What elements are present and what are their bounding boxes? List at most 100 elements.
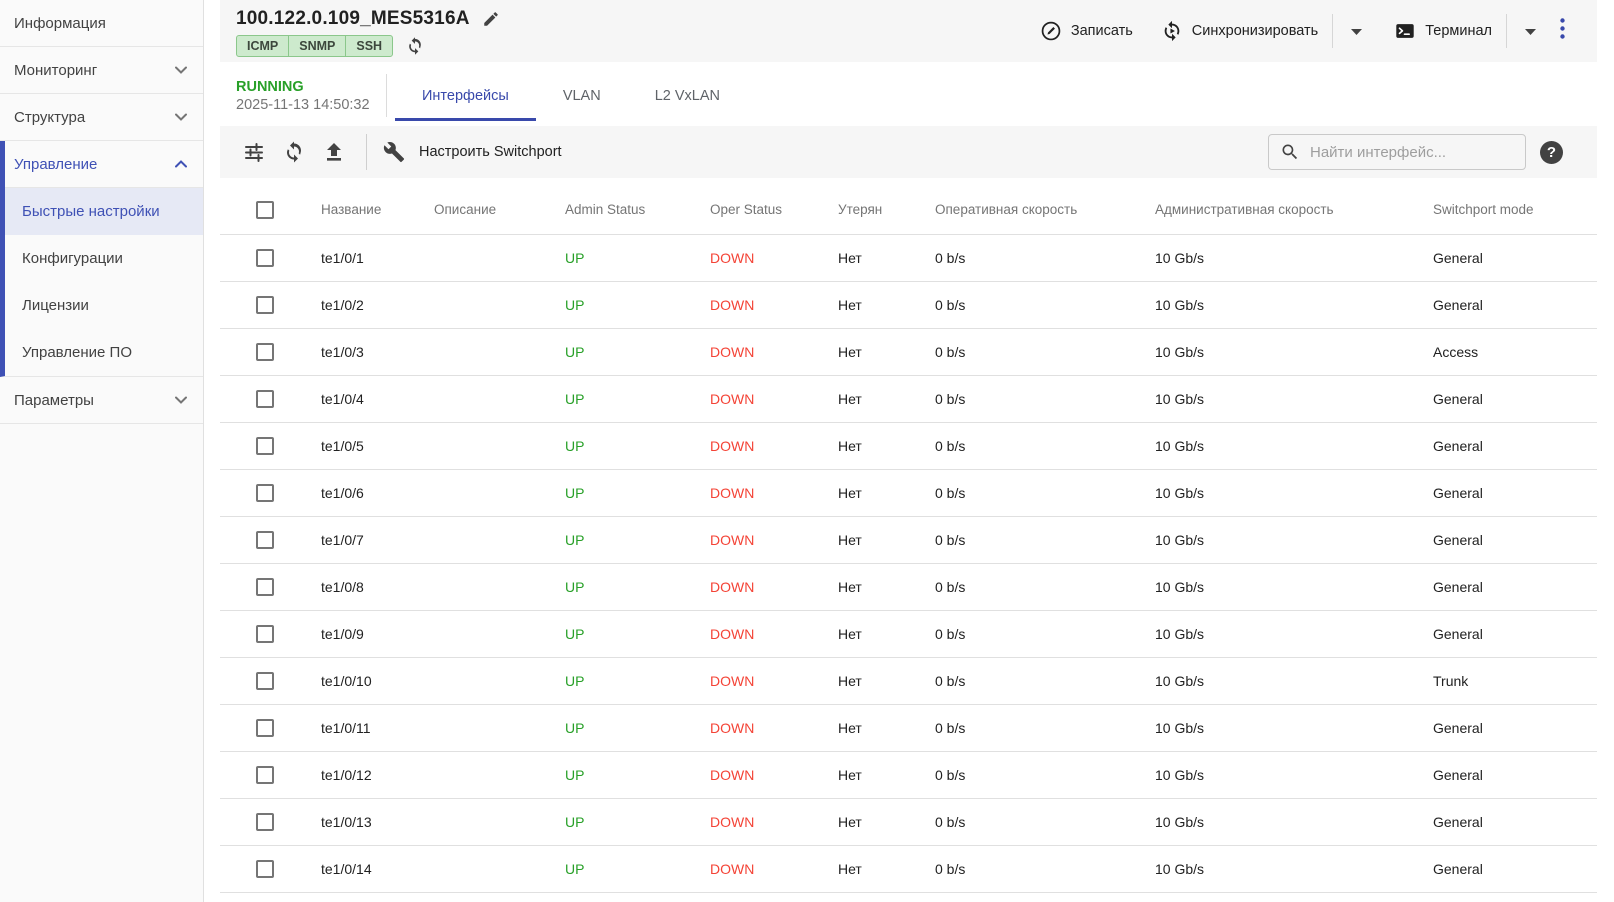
interface-name: te1/0/10: [305, 657, 418, 704]
sidebar-item-information[interactable]: Информация: [0, 0, 203, 47]
sidebar-item-label: Мониторинг: [14, 62, 97, 79]
interface-name: te1/0/12: [305, 751, 418, 798]
dropdown-caret-icon: [1525, 29, 1536, 35]
table-row[interactable]: te1/0/12 UP DOWN Нет 0 b/s 10 Gb/s Gener…: [220, 751, 1597, 798]
admin-speed-value: 10 Gb/s: [1139, 469, 1417, 516]
switchport-mode-value: General: [1417, 469, 1597, 516]
sidebar-item-configurations[interactable]: Конфигурации: [5, 235, 203, 282]
oper-speed-value: 0 b/s: [919, 563, 1139, 610]
table-row[interactable]: te1/0/9 UP DOWN Нет 0 b/s 10 Gb/s Genera…: [220, 610, 1597, 657]
sidebar-item-management[interactable]: Управление: [5, 141, 203, 188]
sidebar-item-licenses[interactable]: Лицензии: [5, 282, 203, 329]
row-checkbox[interactable]: [256, 531, 274, 549]
row-checkbox[interactable]: [256, 343, 274, 361]
chevron-down-icon: [175, 66, 187, 74]
lost-value: Нет: [822, 328, 919, 375]
column-header-oper-status: Oper Status: [694, 186, 822, 234]
upload-icon: [322, 140, 346, 164]
upload-button[interactable]: [322, 140, 346, 164]
interface-description: [418, 469, 549, 516]
admin-speed-value: 10 Gb/s: [1139, 845, 1417, 892]
table-row[interactable]: te1/0/6 UP DOWN Нет 0 b/s 10 Gb/s Genera…: [220, 469, 1597, 516]
admin-speed-value: 10 Gb/s: [1139, 751, 1417, 798]
table-row[interactable]: te1/0/13 UP DOWN Нет 0 b/s 10 Gb/s Gener…: [220, 798, 1597, 845]
interface-description: [418, 610, 549, 657]
row-checkbox[interactable]: [256, 625, 274, 643]
sync-button[interactable]: Синхронизировать: [1161, 20, 1318, 42]
lost-value: Нет: [822, 798, 919, 845]
row-checkbox[interactable]: [256, 813, 274, 831]
row-checkbox[interactable]: [256, 296, 274, 314]
sidebar-item-label: Информация: [14, 15, 106, 32]
sidebar-item-quick-settings[interactable]: Быстрые настройки: [5, 188, 203, 235]
search-input[interactable]: [1310, 144, 1510, 161]
protocol-badges: ICMP SNMP SSH: [236, 35, 393, 57]
tabs: Интерфейсы VLAN L2 VxLAN: [395, 70, 747, 121]
sidebar-section-management: Управление Быстрые настройки Конфигураци…: [0, 141, 203, 377]
row-checkbox[interactable]: [256, 860, 274, 878]
table-row[interactable]: te1/0/11 UP DOWN Нет 0 b/s 10 Gb/s Gener…: [220, 704, 1597, 751]
terminal-dropdown-caret[interactable]: [1521, 18, 1540, 44]
oper-status-value: DOWN: [694, 375, 822, 422]
select-all-checkbox[interactable]: [256, 201, 274, 219]
sidebar-item-monitoring[interactable]: Мониторинг: [0, 47, 203, 94]
edit-title-icon[interactable]: [482, 10, 500, 28]
table-row[interactable]: te1/0/1 UP DOWN Нет 0 b/s 10 Gb/s Genera…: [220, 234, 1597, 281]
row-checkbox[interactable]: [256, 390, 274, 408]
app-window: Информация Мониторинг Структура Управлен…: [0, 0, 1614, 902]
row-checkbox[interactable]: [256, 766, 274, 784]
admin-status-value: UP: [549, 516, 694, 563]
refresh-table-button[interactable]: [282, 140, 306, 164]
oper-speed-value: 0 b/s: [919, 469, 1139, 516]
row-checkbox[interactable]: [256, 484, 274, 502]
sidebar-item-structure[interactable]: Структура: [0, 94, 203, 141]
row-checkbox[interactable]: [256, 437, 274, 455]
interface-description: [418, 845, 549, 892]
write-button[interactable]: Записать: [1040, 20, 1133, 42]
configure-switchport-button[interactable]: Настроить Switchport: [383, 141, 562, 163]
terminal-button[interactable]: Терминал: [1394, 20, 1492, 42]
status-state: RUNNING: [236, 78, 386, 96]
sync-dropdown-caret[interactable]: [1347, 18, 1366, 44]
interface-name: te1/0/8: [305, 563, 418, 610]
tab-vlan[interactable]: VLAN: [536, 70, 628, 121]
terminal-icon: [1394, 20, 1416, 42]
tab-interfaces[interactable]: Интерфейсы: [395, 70, 536, 121]
row-checkbox[interactable]: [256, 249, 274, 267]
admin-status-value: UP: [549, 234, 694, 281]
wrench-icon: [383, 141, 405, 163]
table-row[interactable]: te1/0/10 UP DOWN Нет 0 b/s 10 Gb/s Trunk: [220, 657, 1597, 704]
divider: [1332, 14, 1333, 48]
refresh-status-icon[interactable]: [405, 36, 425, 56]
sidebar-item-software-management[interactable]: Управление ПО: [5, 329, 203, 376]
table-row[interactable]: te1/0/2 UP DOWN Нет 0 b/s 10 Gb/s Genera…: [220, 281, 1597, 328]
more-menu-button[interactable]: [1554, 14, 1571, 48]
search-icon: [1280, 142, 1300, 162]
oper-speed-value: 0 b/s: [919, 845, 1139, 892]
row-checkbox[interactable]: [256, 578, 274, 596]
table-row[interactable]: te1/0/5 UP DOWN Нет 0 b/s 10 Gb/s Genera…: [220, 422, 1597, 469]
oper-status-value: DOWN: [694, 469, 822, 516]
table-row[interactable]: te1/0/14 UP DOWN Нет 0 b/s 10 Gb/s Gener…: [220, 845, 1597, 892]
row-checkbox[interactable]: [256, 719, 274, 737]
interface-description: [418, 422, 549, 469]
row-checkbox[interactable]: [256, 672, 274, 690]
table-row[interactable]: te1/0/8 UP DOWN Нет 0 b/s 10 Gb/s Genera…: [220, 563, 1597, 610]
oper-status-value: DOWN: [694, 657, 822, 704]
tab-l2vxlan[interactable]: L2 VxLAN: [628, 70, 747, 121]
sidebar-item-label: Быстрые настройки: [22, 203, 160, 220]
admin-speed-value: 10 Gb/s: [1139, 657, 1417, 704]
table-row[interactable]: te1/0/4 UP DOWN Нет 0 b/s 10 Gb/s Genera…: [220, 375, 1597, 422]
column-header-admin-status: Admin Status: [549, 186, 694, 234]
table-row[interactable]: te1/0/3 UP DOWN Нет 0 b/s 10 Gb/s Access: [220, 328, 1597, 375]
filter-columns-button[interactable]: [242, 140, 266, 164]
oper-status-value: DOWN: [694, 798, 822, 845]
interface-description: [418, 751, 549, 798]
help-button[interactable]: ?: [1540, 141, 1563, 164]
sidebar-item-parameters[interactable]: Параметры: [0, 377, 203, 424]
table-row[interactable]: te1/0/7 UP DOWN Нет 0 b/s 10 Gb/s Genera…: [220, 516, 1597, 563]
interface-description: [418, 281, 549, 328]
lost-value: Нет: [822, 845, 919, 892]
header-actions: Записать Синхронизировать Терминал: [1040, 0, 1597, 62]
interface-name: te1/0/4: [305, 375, 418, 422]
